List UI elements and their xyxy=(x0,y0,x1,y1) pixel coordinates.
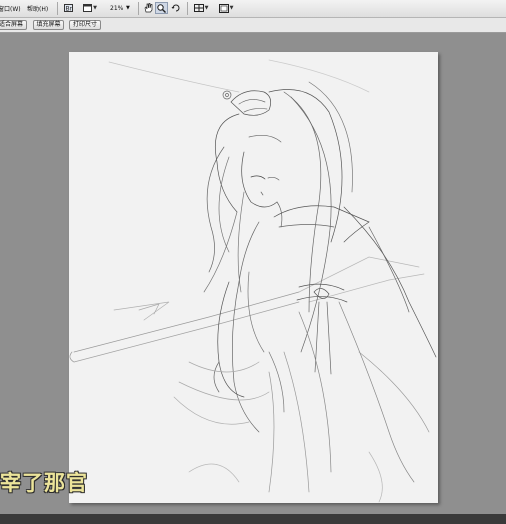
options-bar: 适合屏幕 填充屏幕 打印尺寸 xyxy=(0,18,506,33)
fill-screen-button[interactable]: 填充屏幕 xyxy=(33,20,64,30)
menu-help[interactable]: 帮助(H) xyxy=(27,4,48,13)
rotate-view-icon[interactable] xyxy=(170,2,182,14)
zoom-level[interactable]: 21% xyxy=(110,5,123,12)
screen-mode-icon[interactable]: ▼ xyxy=(81,2,99,14)
fit-screen-button[interactable]: 适合屏幕 xyxy=(0,20,27,30)
hand-tool-icon[interactable] xyxy=(143,2,154,14)
bottom-edge xyxy=(0,514,506,524)
line-art-sketch xyxy=(69,59,437,503)
toolbar-divider xyxy=(187,2,188,15)
menu-bar: 窗口(W) 帮助(H) Br ▼ 21% ▼ ▼ ▼ xyxy=(0,0,506,18)
toolbar-divider xyxy=(57,2,58,15)
subtitle-overlay: 宰了那官 xyxy=(0,471,88,495)
document-canvas[interactable] xyxy=(69,52,438,503)
menu-window[interactable]: 窗口(W) xyxy=(0,4,21,13)
workspace-icon[interactable]: ▼ xyxy=(216,2,236,14)
arrange-documents-icon[interactable]: ▼ xyxy=(192,2,210,14)
zoom-tool-icon[interactable] xyxy=(155,2,168,14)
svg-text:Br: Br xyxy=(66,6,73,13)
bridge-icon[interactable]: Br xyxy=(63,2,74,14)
print-size-button[interactable]: 打印尺寸 xyxy=(69,20,101,30)
chevron-down-icon[interactable]: ▼ xyxy=(126,5,130,11)
toolbar-divider xyxy=(138,2,139,15)
